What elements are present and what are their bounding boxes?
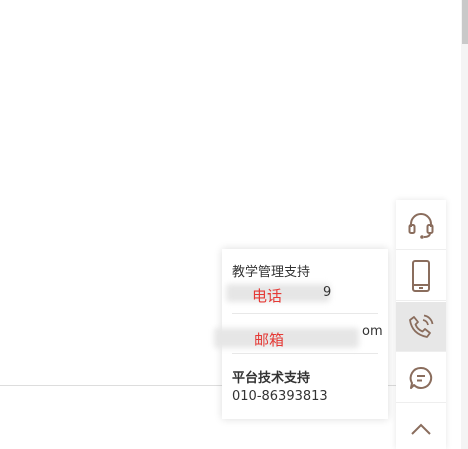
- separator: [232, 353, 378, 354]
- phone-label: 电话: [252, 287, 283, 305]
- tech-support-section: 平台技术支持: [232, 367, 378, 386]
- back-to-top-button[interactable]: [396, 404, 446, 449]
- feedback-button[interactable]: [396, 353, 446, 403]
- headset-icon: [408, 212, 434, 239]
- chat-bubble-icon: [409, 366, 433, 389]
- chevron-up-icon: [411, 423, 431, 435]
- tech-support-phone: 010-86393813: [232, 389, 328, 404]
- email-tail: om: [362, 324, 383, 339]
- side-toolbar: [396, 200, 446, 449]
- teaching-support-title: 教学管理支持: [232, 265, 311, 280]
- mobile-phone-icon: [412, 259, 430, 292]
- mobile-app-button[interactable]: [396, 251, 446, 301]
- phone-tail: 9: [323, 285, 332, 300]
- scrollbar-thumb[interactable]: [462, 0, 468, 44]
- contact-phone-button[interactable]: [396, 302, 446, 352]
- customer-service-button[interactable]: [396, 200, 446, 250]
- teaching-support-section: 教学管理支持: [232, 261, 378, 280]
- page: 教学管理支持 电话 9 邮箱 om 平台技术支持 010-86393813: [0, 0, 468, 449]
- phone-call-icon: [409, 314, 434, 338]
- masked-email: [214, 328, 359, 348]
- contact-popup: 教学管理支持 电话 9 邮箱 om 平台技术支持 010-86393813: [214, 249, 388, 419]
- scrollbar-track[interactable]: [461, 0, 468, 449]
- tech-support-title: 平台技术支持: [232, 371, 311, 386]
- separator: [232, 313, 378, 314]
- email-label: 邮箱: [254, 331, 285, 349]
